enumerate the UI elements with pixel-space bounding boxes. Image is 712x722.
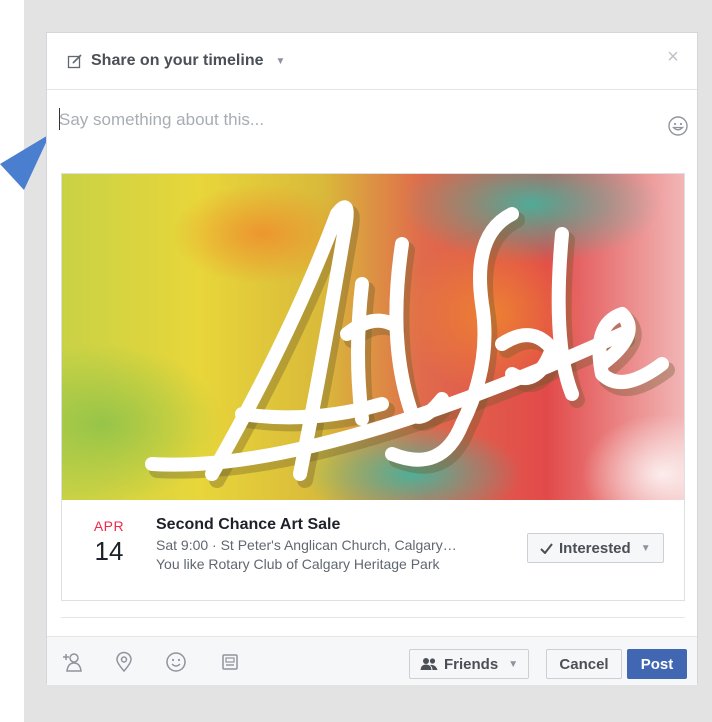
location-pin-icon[interactable] xyxy=(113,651,135,673)
chevron-down-icon: ▼ xyxy=(275,55,286,67)
event-info: Second Chance Art Sale Sat 9:00 · St Pet… xyxy=(156,516,516,572)
feeling-icon[interactable] xyxy=(165,651,187,673)
dialog-header: Share on your timeline ▼ × xyxy=(47,33,697,90)
text-cursor xyxy=(59,108,60,130)
event-summary: APR 14 Second Chance Art Sale Sat 9:00 ·… xyxy=(62,500,684,600)
post-button[interactable]: Post xyxy=(627,649,687,679)
checkmark-icon xyxy=(540,542,553,554)
tag-friends-icon[interactable] xyxy=(61,651,83,673)
composer-input[interactable] xyxy=(59,108,619,132)
share-dialog: Share on your timeline ▼ × Say something… xyxy=(46,32,698,685)
event-details: Sat 9:00 · St Peter's Anglican Church, C… xyxy=(156,537,457,553)
chevron-down-icon: ▼ xyxy=(640,542,651,554)
interested-label: Interested xyxy=(559,539,631,557)
audience-selector[interactable]: Friends ▼ xyxy=(409,649,530,679)
edit-icon xyxy=(67,54,82,69)
event-title[interactable]: Second Chance Art Sale xyxy=(156,516,516,534)
close-icon[interactable]: × xyxy=(663,47,683,68)
share-destination-button[interactable]: Share on your timeline ▼ xyxy=(67,49,285,73)
dialog-title: Share on your timeline xyxy=(91,52,264,69)
divider xyxy=(61,617,685,618)
event-attachment[interactable]: APR 14 Second Chance Art Sale Sat 9:00 ·… xyxy=(61,173,685,601)
event-date: APR 14 xyxy=(62,518,156,567)
composer xyxy=(47,90,697,174)
event-social-context: You like Rotary Club of Calgary Heritage… xyxy=(156,556,440,572)
cancel-button[interactable]: Cancel xyxy=(546,649,622,679)
chevron-down-icon: ▼ xyxy=(508,658,519,670)
interested-button[interactable]: Interested ▼ xyxy=(527,533,664,563)
friends-icon xyxy=(420,658,438,670)
sticker-icon[interactable] xyxy=(219,651,241,673)
event-cover-image xyxy=(62,174,684,500)
emoji-icon[interactable] xyxy=(667,115,689,137)
event-day: 14 xyxy=(94,536,124,566)
dialog-footer: Friends ▼ Cancel Post xyxy=(47,636,697,685)
event-month: APR xyxy=(93,518,125,534)
audience-label: Friends xyxy=(444,655,499,673)
